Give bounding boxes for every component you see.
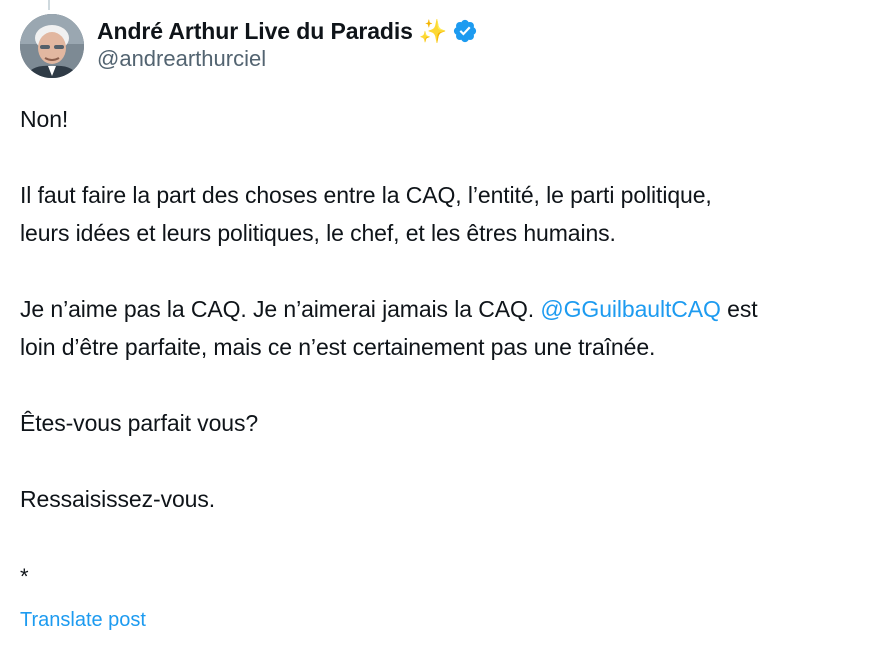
author-handle[interactable]: @andrearthurciel (97, 46, 478, 72)
display-name-row: André Arthur Live du Paradis ✨ (97, 14, 478, 48)
post-text: Non! Il faut faire la part des choses en… (20, 100, 892, 518)
sparkles-emoji-icon: ✨ (418, 17, 448, 44)
post-line: Ressaisissez-vous. (20, 486, 216, 512)
post-text-segment: est (720, 296, 758, 322)
translate-post-link[interactable]: Translate post (20, 604, 146, 636)
post-line: Il faut faire la part des choses entre l… (20, 182, 712, 208)
verified-badge-icon[interactable] (452, 18, 478, 44)
avatar-image (20, 14, 84, 78)
post-line: loin d’être parfaite, mais ce n’est cert… (20, 334, 656, 360)
post-line: Non! (20, 106, 69, 132)
post-line: Êtes-vous parfait vous? (20, 410, 259, 436)
author-display-name[interactable]: André Arthur Live du Paradis (97, 18, 413, 45)
post-text-segment: Je n’aime pas la CAQ. Je n’aimerai jamai… (20, 296, 541, 322)
post-asterisk: * (20, 564, 29, 589)
avatar[interactable] (20, 14, 84, 78)
author-names: André Arthur Live du Paradis ✨ @andreart… (97, 14, 478, 72)
thread-connector-line (48, 0, 50, 10)
mention-link[interactable]: @GGuilbaultCAQ (540, 296, 721, 322)
post-header: André Arthur Live du Paradis ✨ @andreart… (20, 14, 478, 80)
post-line: leurs idées et leurs politiques, le chef… (20, 220, 616, 246)
post-line-with-mention: Je n’aime pas la CAQ. Je n’aimerai jamai… (20, 290, 892, 328)
